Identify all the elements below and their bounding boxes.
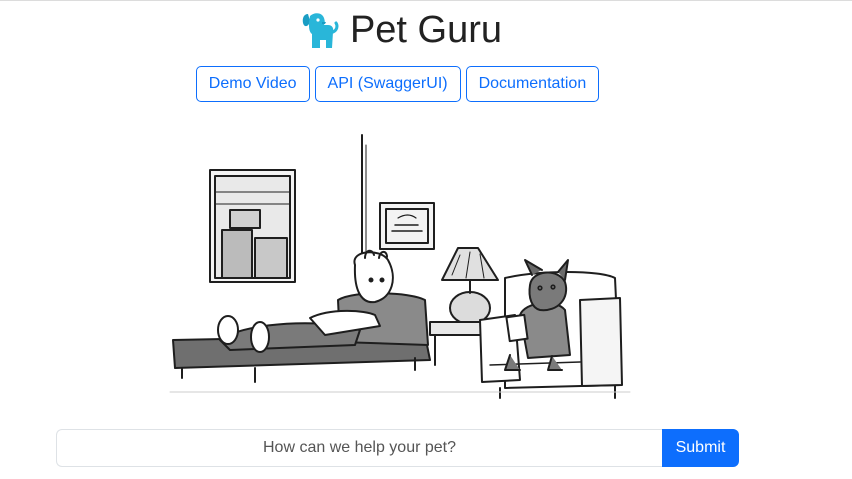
search-form: Submit xyxy=(56,429,739,467)
page-title: Pet Guru xyxy=(349,9,503,51)
demo-video-button[interactable]: Demo Video xyxy=(195,66,310,102)
dog-icon xyxy=(302,13,339,48)
api-swagger-button[interactable]: API (SwaggerUI) xyxy=(314,66,461,102)
page-header: Pet Guru xyxy=(0,6,800,54)
submit-button[interactable]: Submit xyxy=(662,429,739,467)
top-divider xyxy=(0,0,852,1)
therapist-cartoon-illustration xyxy=(169,134,631,399)
documentation-button[interactable]: Documentation xyxy=(465,66,600,102)
nav-buttons: Demo Video API (SwaggerUI) Documentation xyxy=(0,66,795,102)
search-input[interactable] xyxy=(56,429,662,467)
